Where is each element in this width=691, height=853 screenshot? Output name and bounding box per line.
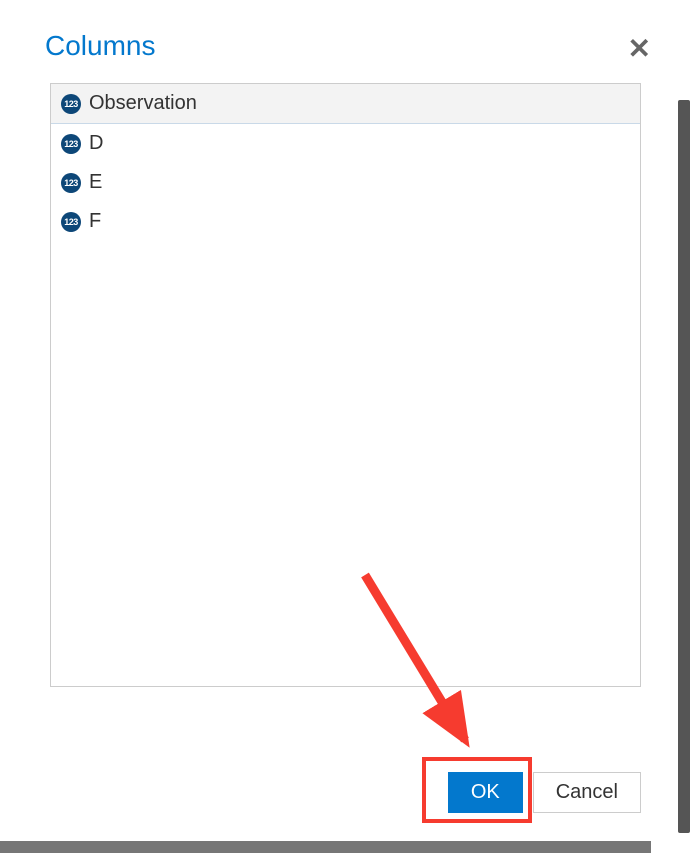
list-item[interactable]: 123 F — [51, 202, 640, 241]
list-item-label: D — [89, 132, 103, 155]
list-item[interactable]: 123 E — [51, 163, 640, 202]
list-item[interactable]: 123 Observation — [51, 84, 640, 124]
close-icon[interactable]: ✕ — [628, 35, 651, 63]
scrollbar-track[interactable] — [678, 100, 690, 833]
numeric-type-icon: 123 — [61, 94, 81, 114]
numeric-type-icon: 123 — [61, 134, 81, 154]
ok-button[interactable]: OK — [448, 772, 523, 813]
list-item[interactable]: 123 D — [51, 124, 640, 163]
columns-dialog: Columns ✕ 123 Observation 123 D 123 E 12… — [0, 0, 691, 853]
list-item-label: F — [89, 210, 101, 233]
list-item-label: E — [89, 171, 102, 194]
numeric-type-icon: 123 — [61, 212, 81, 232]
list-item-label: Observation — [89, 92, 197, 115]
dialog-buttons: OK Cancel — [448, 772, 641, 813]
cancel-button[interactable]: Cancel — [533, 772, 641, 813]
dialog-header: Columns ✕ — [0, 0, 691, 83]
numeric-type-icon: 123 — [61, 173, 81, 193]
bottom-bar — [0, 841, 651, 853]
dialog-title: Columns — [45, 30, 155, 62]
columns-listbox[interactable]: 123 Observation 123 D 123 E 123 F — [50, 83, 641, 687]
